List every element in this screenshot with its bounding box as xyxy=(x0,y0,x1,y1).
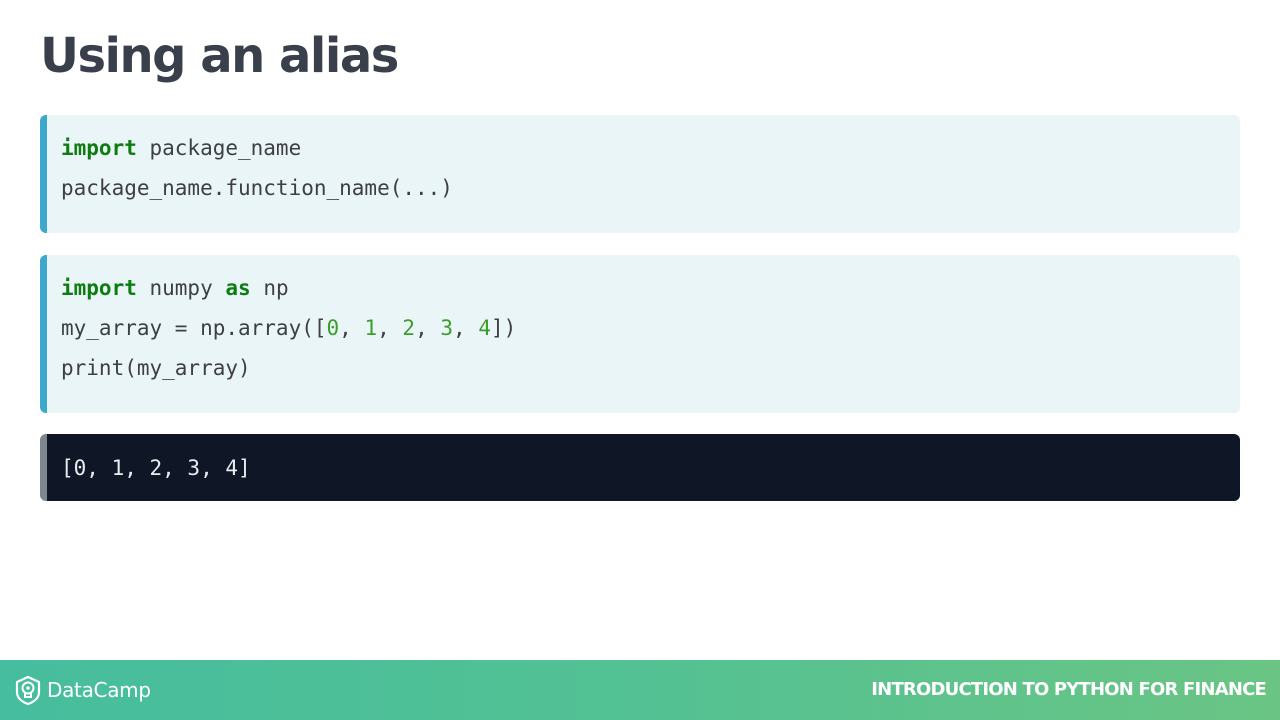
code-number: 0 xyxy=(326,316,340,340)
output-block: [0, 1, 2, 3, 4] xyxy=(40,434,1240,501)
code-line: my_array = np.array([0, 1, 2, 3, 4]) xyxy=(61,308,1240,348)
code-line: package_name.function_name(...) xyxy=(61,168,1240,208)
code-block-alias: import numpy as np my_array = np.array([0… xyxy=(40,255,1240,413)
code-line: import package_name xyxy=(61,128,1240,168)
code-line: print(my_array) xyxy=(61,348,1240,388)
datacamp-logo[interactable]: DataCamp xyxy=(14,674,151,706)
code-keyword: import xyxy=(61,136,137,160)
code-text: package_name.function_name(...) xyxy=(61,176,453,200)
code-block-import: import package_name package_name.function… xyxy=(40,115,1240,233)
code-text: , xyxy=(339,316,365,340)
code-number: 3 xyxy=(440,316,454,340)
slide-title: Using an alias xyxy=(40,28,399,84)
code-number: 1 xyxy=(364,316,378,340)
code-number: 2 xyxy=(402,316,416,340)
output-text: [0, 1, 2, 3, 4] xyxy=(61,456,251,480)
code-text: , xyxy=(453,316,479,340)
code-text: , xyxy=(415,316,441,340)
code-line: import numpy as np xyxy=(61,268,1240,308)
code-keyword: as xyxy=(225,276,251,300)
code-text: my_array = np.array([ xyxy=(61,316,327,340)
brand-name: DataCamp xyxy=(47,678,151,702)
code-text: np xyxy=(250,276,289,300)
code-number: 4 xyxy=(478,316,491,340)
footer-bar: DataCamp INTRODUCTION TO PYTHON FOR FINA… xyxy=(0,660,1280,720)
code-text: print(my_array) xyxy=(61,356,251,380)
code-text: package_name xyxy=(136,136,302,160)
course-title: INTRODUCTION TO PYTHON FOR FINANCE xyxy=(871,679,1267,700)
datacamp-shield-icon xyxy=(14,675,42,706)
code-text: numpy xyxy=(136,276,226,300)
code-text: , xyxy=(377,316,403,340)
code-keyword: import xyxy=(61,276,137,300)
code-text: ]) xyxy=(490,316,517,340)
